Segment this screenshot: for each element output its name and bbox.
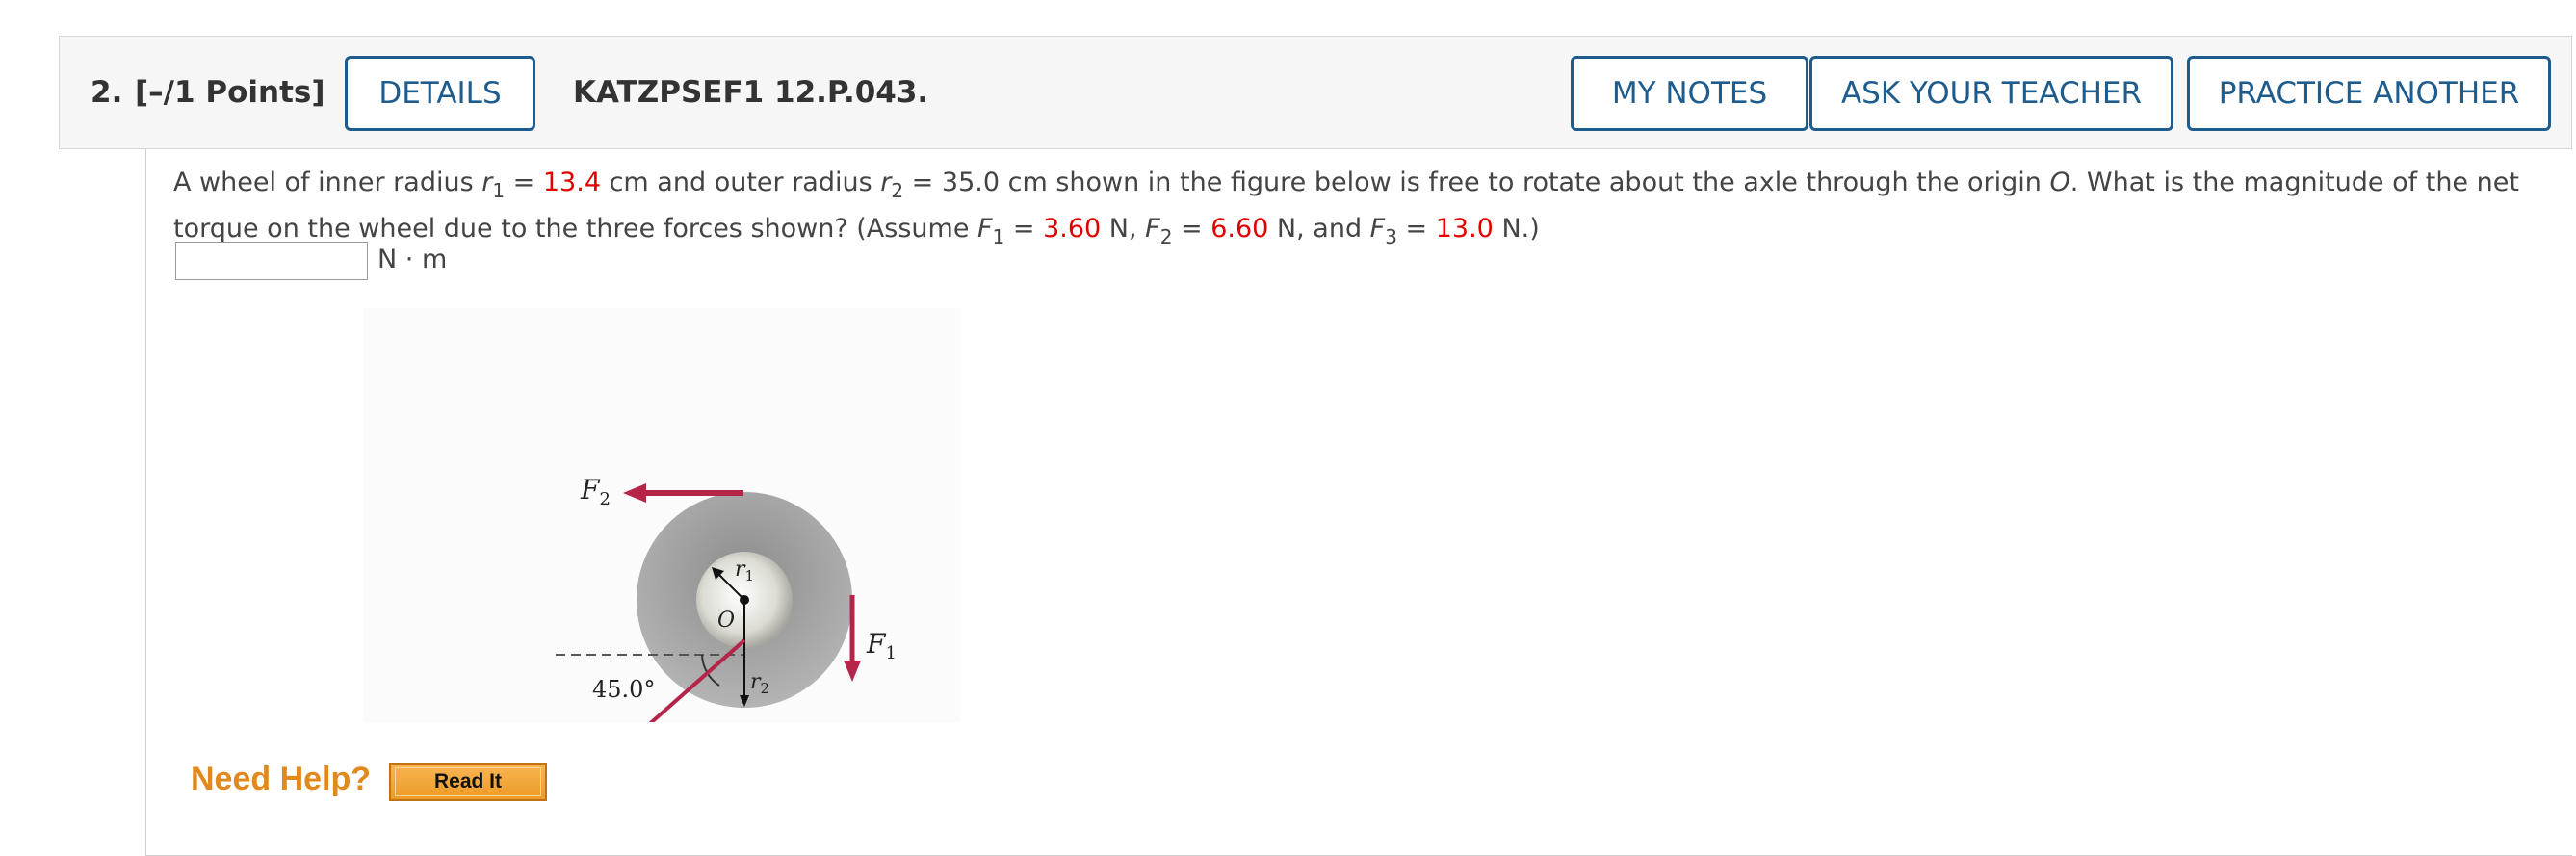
- f3-value: 13.0: [1435, 214, 1494, 244]
- r2-value: 35.0: [941, 168, 1001, 197]
- question-text: A wheel of inner radius r1 = 13.4 cm and…: [173, 168, 2519, 248]
- question-code: KATZPSEF1 12.P.043.: [573, 75, 929, 110]
- question-points: [–/1 Points]: [135, 75, 325, 110]
- read-it-button[interactable]: Read It: [389, 763, 547, 801]
- practice-another-button[interactable]: PRACTICE ANOTHER: [2187, 56, 2551, 131]
- f2-value: 6.60: [1210, 214, 1269, 244]
- answer-unit: N · m: [377, 245, 448, 274]
- question-header: 2. [–/1 Points] DETAILS KATZPSEF1 12.P.0…: [59, 36, 2572, 149]
- origin-label: O: [717, 609, 735, 633]
- question-body: A wheel of inner radius r1 = 13.4 cm and…: [145, 149, 2572, 856]
- need-help-label: Need Help?: [191, 761, 372, 797]
- r1-value: 13.4: [542, 168, 601, 197]
- details-button[interactable]: DETAILS: [345, 56, 535, 131]
- my-notes-button[interactable]: MY NOTES: [1571, 56, 1808, 131]
- angle-label: 45.0°: [592, 676, 655, 703]
- question-number: 2.: [91, 75, 123, 110]
- read-it-label: Read It: [395, 767, 541, 796]
- f1-value: 3.60: [1043, 214, 1102, 244]
- origin-dot: [740, 595, 749, 605]
- ask-teacher-button[interactable]: ASK YOUR TEACHER: [1809, 56, 2173, 131]
- wheel-figure: F2 F1 F3 r1 r2 O 45.0°: [363, 308, 960, 722]
- answer-input[interactable]: [175, 242, 368, 280]
